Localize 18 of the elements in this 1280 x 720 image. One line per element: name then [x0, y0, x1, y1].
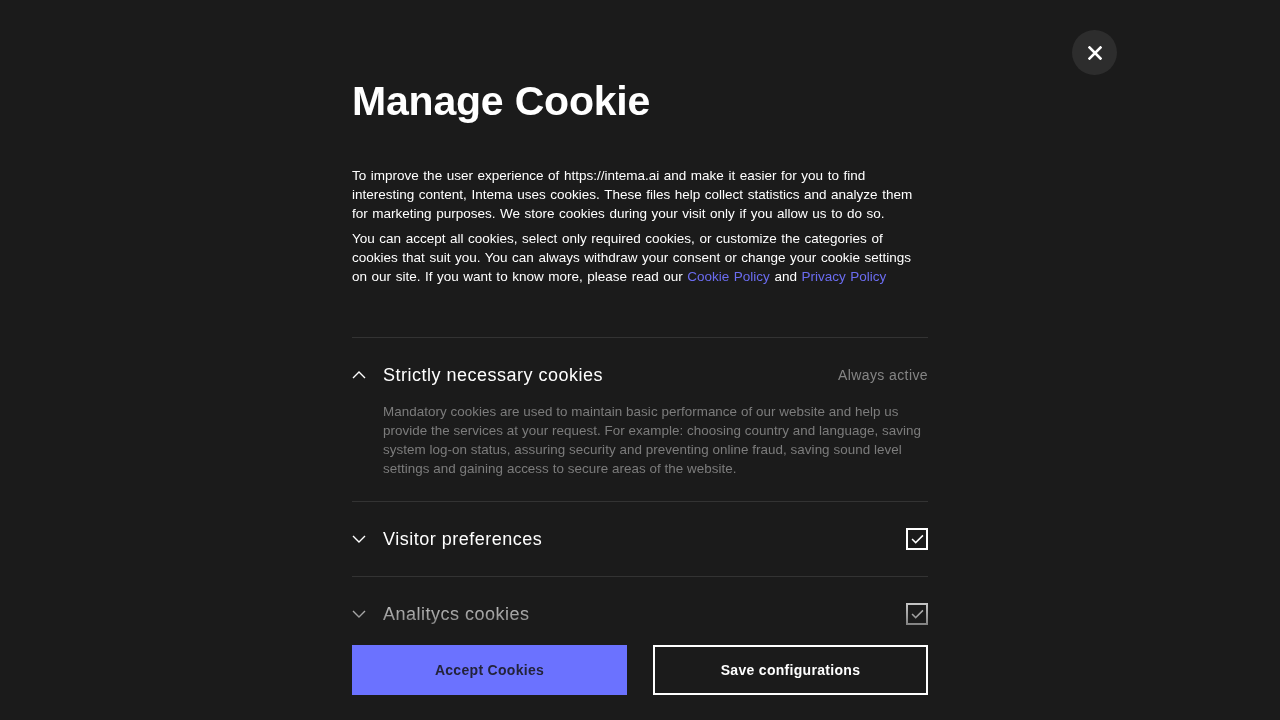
policy-link[interactable]: Privacy Policy: [801, 269, 887, 284]
status-label: Always active: [838, 367, 928, 383]
intro-paragraph: You can accept all cookies, select only required cookies, or customize the categories of cookies that suit you. You can always withdraw your consent or change your cookie settings on our site. If you want to know more, please read our Cookie Policy and Privacy Policy: [352, 230, 912, 286]
category-toggle[interactable]: Strictly necessary cookies: [352, 364, 604, 386]
policy-link[interactable]: Cookie Policy: [687, 269, 770, 284]
intro-paragraph: To improve the user experience of https://intema.ai and make it easier for you to find interesting content, Intema uses cookies. These files help collect statistics and analyze them for marketing purposes. We store cookies during your visit only if you allow us to do so.: [352, 167, 914, 223]
checked-checkbox[interactable]: [906, 528, 928, 550]
save-button[interactable]: Save configurations: [653, 645, 928, 695]
dialog-title: Manage Cookie: [352, 77, 652, 126]
accept-button[interactable]: Accept Cookies: [352, 645, 627, 695]
close-button[interactable]: [1072, 30, 1117, 75]
category-toggle[interactable]: Visitor preferences: [352, 528, 543, 550]
check-icon: [910, 609, 924, 619]
close-icon: [1087, 45, 1102, 60]
checked-checkbox[interactable]: [906, 603, 928, 625]
category-toggle[interactable]: Analitycs cookies: [352, 603, 530, 625]
category-description: Mandatory cookies are used to maintain basic performance of our website and help us provide the services at your request. For example: choosing country and language, saving system log-on status, assuring security and preventing online fraud, saving sound level settings and gaining access to secure areas of the website.: [383, 403, 923, 478]
check-icon: [910, 534, 924, 544]
